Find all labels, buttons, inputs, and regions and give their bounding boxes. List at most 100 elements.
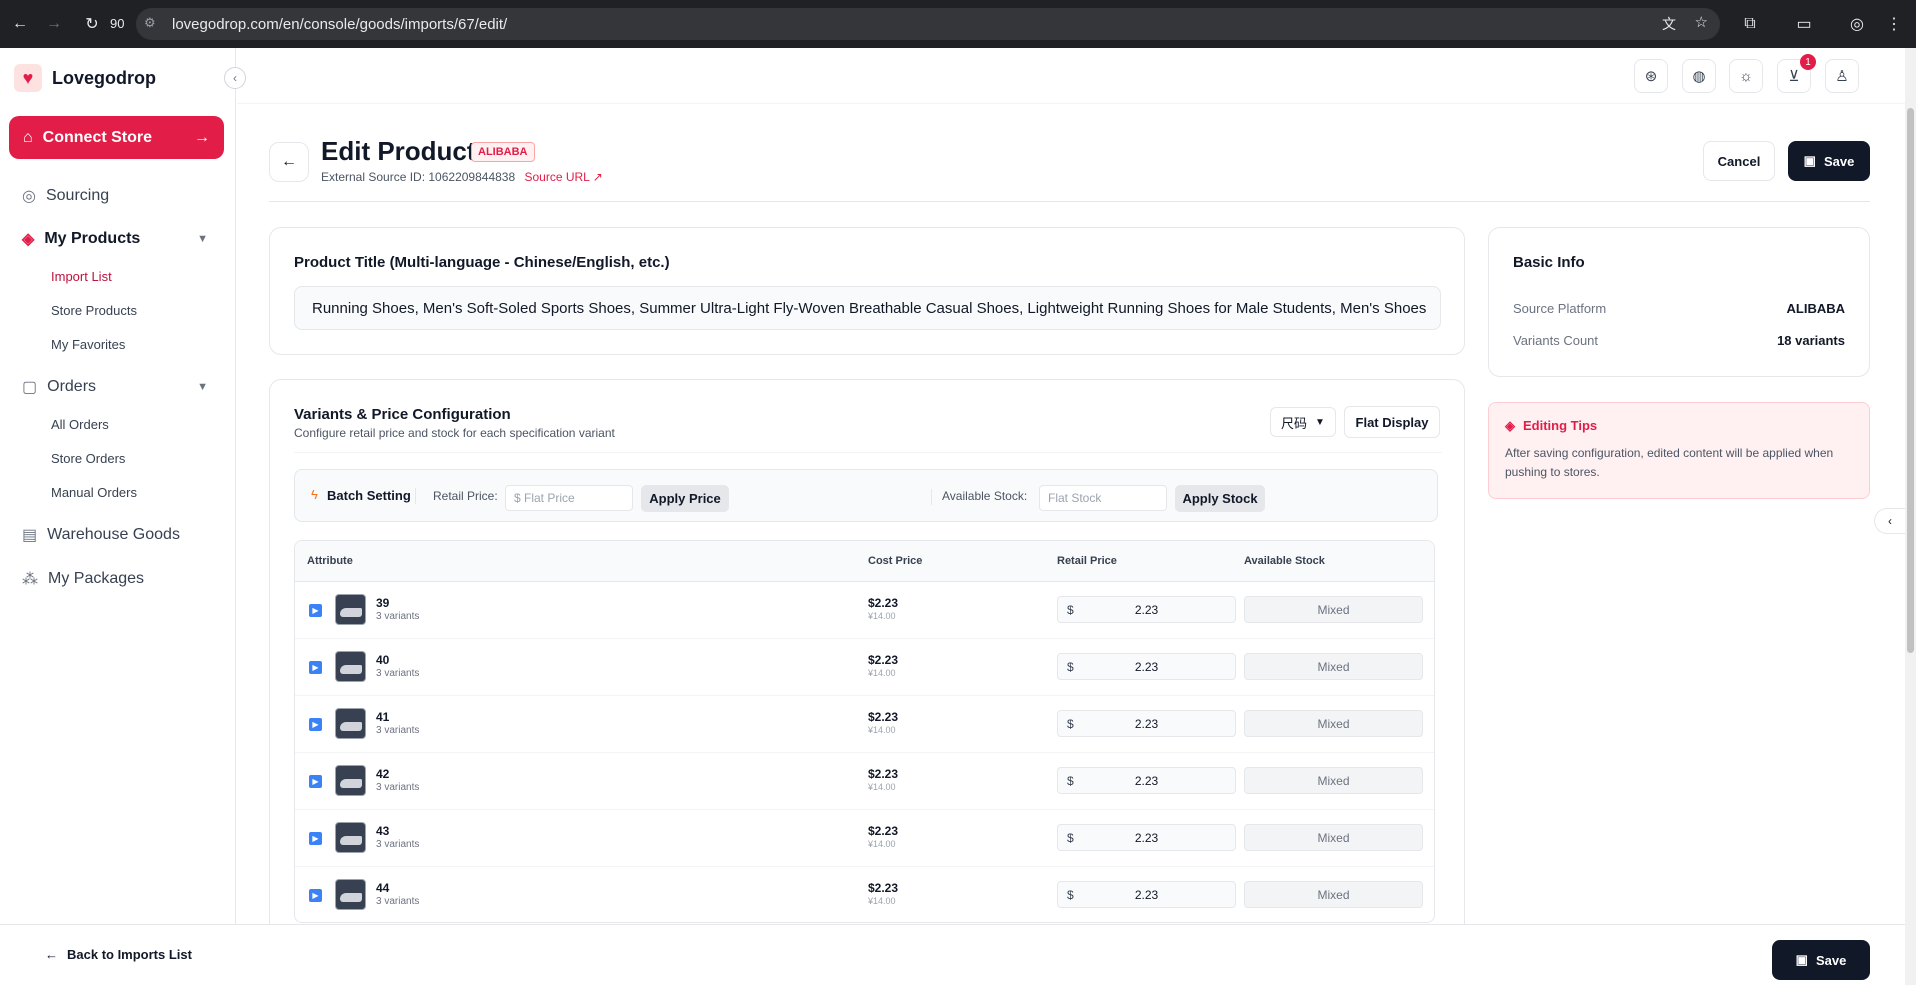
expand-play-icon[interactable]: ▶ [309, 832, 322, 845]
globe-icon[interactable]: ◍ [1682, 59, 1716, 93]
stock-input[interactable]: Mixed [1244, 767, 1423, 794]
header-divider [269, 201, 1870, 202]
footer-save-button[interactable]: ▣ Save [1772, 940, 1870, 980]
cancel-button[interactable]: Cancel [1703, 141, 1775, 181]
sidebar-item-store-products[interactable]: Store Products [51, 303, 137, 318]
zoom-level: 90 [110, 16, 125, 31]
cost-price: $2.23 [868, 767, 899, 781]
variants-subtitle: Configure retail price and stock for eac… [294, 426, 615, 440]
back-to-imports-link[interactable]: ← Back to Imports List [45, 947, 192, 962]
retail-price-input[interactable]: $2.23 [1057, 767, 1236, 794]
basic-info-card: Basic Info Source Platform ALIBABA Varia… [1488, 227, 1870, 377]
connect-store-button[interactable]: ⌂ Connect Store → [9, 116, 224, 159]
warehouse-icon: ▤ [22, 527, 38, 544]
apply-price-button[interactable]: Apply Price [641, 485, 729, 512]
clipboard-icon: ▢ [22, 379, 38, 396]
arrow-left-icon: ← [281, 153, 297, 170]
sidebar-item-sourcing[interactable]: ◎ Sourcing [0, 181, 236, 211]
available-stock-label: Available Stock: [942, 489, 1028, 503]
browser-toolbar: ← → ↻ 90 ⚙ lovegodrop.com/en/console/goo… [0, 0, 1916, 48]
variant-count: 3 variants [376, 668, 420, 679]
expand-play-icon[interactable]: ▶ [309, 889, 322, 902]
cart-icon[interactable]: ⊻ 1 [1777, 54, 1816, 93]
retail-price-input[interactable]: $2.23 [1057, 710, 1236, 737]
sidebar-item-label: Sourcing [45, 187, 110, 204]
retail-price-input[interactable]: $2.23 [1057, 653, 1236, 680]
extensions-icon[interactable]: ⧉ [1736, 10, 1764, 38]
brand[interactable]: ♥ Lovegodrop [14, 64, 156, 92]
expand-play-icon[interactable]: ▶ [309, 718, 322, 731]
back-button[interactable]: ← [269, 142, 309, 182]
sidebar-item-orders[interactable]: ▢ Orders ▼ [0, 372, 236, 402]
save-icon: ▣ [1803, 153, 1816, 168]
address-bar[interactable]: ⚙ lovegodrop.com/en/console/goods/import… [136, 8, 1720, 40]
flat-stock-input[interactable]: Flat Stock [1039, 485, 1167, 511]
stock-input[interactable]: Mixed [1244, 596, 1423, 623]
retail-price-input[interactable]: $2.23 [1057, 596, 1236, 623]
editing-tips-title: Editing Tips [1523, 418, 1598, 433]
cart-badge: 1 [1800, 54, 1816, 70]
variant-count: 3 variants [376, 839, 420, 850]
variants-count-value: 18 variants [1777, 333, 1845, 348]
flat-price-input[interactable]: $ Flat Price [505, 485, 633, 511]
expand-play-icon[interactable]: ▶ [309, 604, 322, 617]
user-icon[interactable]: ♙ [1825, 59, 1859, 93]
variant-count: 3 variants [376, 611, 420, 622]
stock-input[interactable]: Mixed [1244, 881, 1423, 908]
sidebar-item-my-products[interactable]: ◈ My Products ▼ [0, 224, 236, 254]
sidebar-collapse-button[interactable]: ‹ [224, 67, 246, 89]
attribute-value: 40 [376, 653, 390, 667]
attribute-value: 42 [376, 767, 390, 781]
theme-sun-icon[interactable]: ☼ [1729, 59, 1763, 93]
menu-dots-icon[interactable]: ⋮ [1880, 10, 1908, 38]
forward-arrow-icon[interactable]: → [40, 10, 68, 38]
panel-toggle-chevron-left-icon[interactable]: ‹ [1874, 508, 1905, 534]
sidebar-item-manual-orders[interactable]: Manual Orders [51, 485, 137, 500]
source-url-link[interactable]: Source URL ↗ [524, 170, 602, 184]
support-icon[interactable]: ⊛ [1634, 59, 1668, 93]
save-button[interactable]: ▣ Save [1788, 141, 1870, 181]
batch-setting-bar: ϟ Batch Setting Retail Price: $ Flat Pri… [294, 469, 1438, 522]
page-scrollbar[interactable] [1905, 48, 1916, 985]
tab-search-icon[interactable]: ▭ [1790, 10, 1818, 38]
retail-price-input[interactable]: $2.23 [1057, 881, 1236, 908]
sidebar-item-warehouse-goods[interactable]: ▤ Warehouse Goods [0, 520, 236, 550]
stock-input[interactable]: Mixed [1244, 653, 1423, 680]
site-info-icon[interactable]: ⚙ [144, 15, 156, 31]
flat-display-button[interactable]: Flat Display [1344, 406, 1440, 438]
column-retail-price: Retail Price [1057, 555, 1117, 567]
product-thumbnail [335, 822, 366, 853]
cost-price: $2.23 [868, 596, 899, 610]
product-thumbnail [335, 879, 366, 910]
variants-count-label: Variants Count [1513, 333, 1599, 348]
brand-name: Lovegodrop [52, 67, 156, 88]
back-arrow-icon[interactable]: ← [6, 10, 34, 38]
scrollbar-thumb[interactable] [1907, 108, 1914, 653]
sidebar-item-my-packages[interactable]: ⁂ My Packages [0, 564, 236, 594]
sidebar-item-store-orders[interactable]: Store Orders [51, 451, 125, 466]
retail-price-input[interactable]: $2.23 [1057, 824, 1236, 851]
expand-play-icon[interactable]: ▶ [309, 775, 322, 788]
apply-stock-button[interactable]: Apply Stock [1175, 485, 1265, 512]
profile-icon[interactable]: ◎ [1843, 10, 1871, 38]
stock-input[interactable]: Mixed [1244, 824, 1423, 851]
stock-input[interactable]: Mixed [1244, 710, 1423, 737]
sidebar-item-import-list[interactable]: Import List [51, 269, 112, 284]
attribute-value: 41 [376, 710, 390, 724]
variants-count-row: Variants Count 18 variants [1513, 333, 1845, 348]
save-icon: ▣ [1795, 952, 1808, 967]
save-label: Save [1815, 952, 1847, 968]
product-title-input[interactable]: Running Shoes, Men's Soft-Soled Sports S… [294, 286, 1441, 330]
expand-play-icon[interactable]: ▶ [309, 661, 322, 674]
attribute-value: 44 [376, 881, 390, 895]
translate-icon[interactable]: 文 [1662, 14, 1676, 34]
retail-price-value: 2.23 [1134, 717, 1159, 731]
retail-price-value: 2.23 [1134, 660, 1159, 674]
group-by-select[interactable]: 尺码 ▼ [1270, 407, 1336, 437]
sidebar-item-all-orders[interactable]: All Orders [51, 417, 109, 432]
external-source-id: External Source ID: 1062209844838 [321, 170, 516, 184]
reload-icon[interactable]: ↻ [78, 10, 106, 38]
bookmark-star-icon[interactable]: ☆ [1695, 13, 1708, 31]
page-title: Edit Product [321, 136, 476, 166]
sidebar-item-my-favorites[interactable]: My Favorites [51, 337, 125, 352]
